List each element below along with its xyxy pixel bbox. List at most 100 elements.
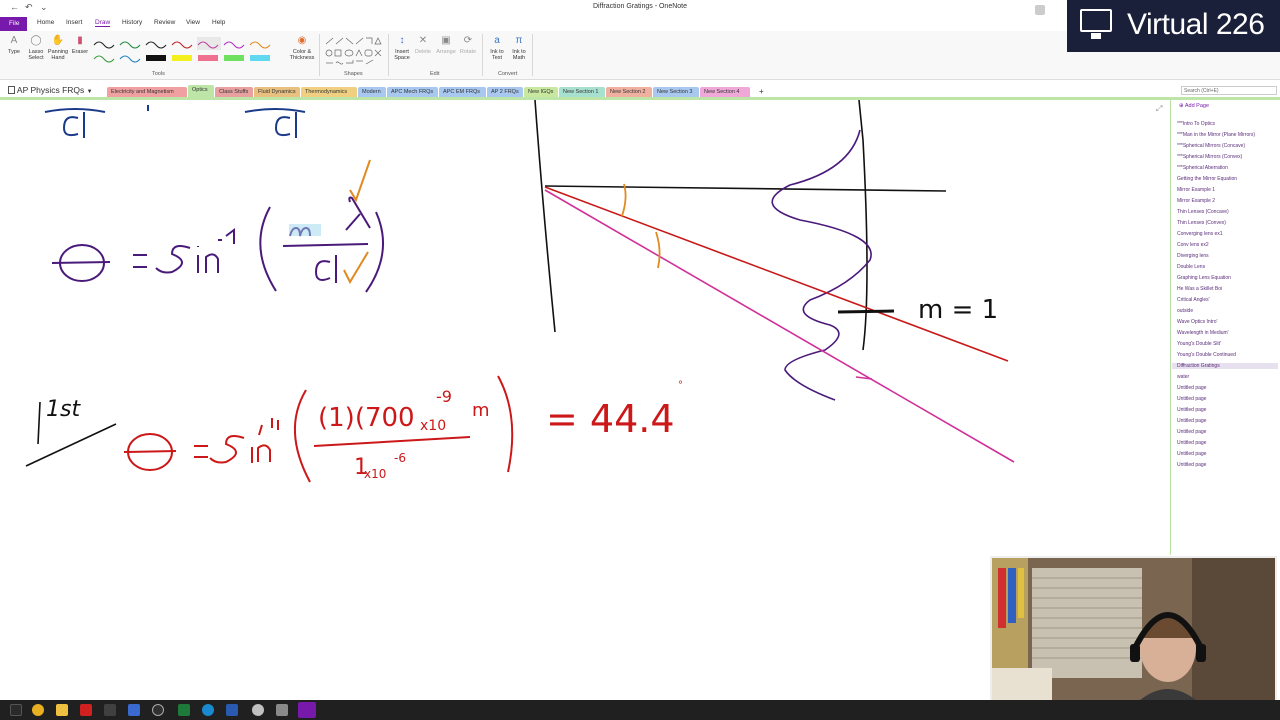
color-thickness-button[interactable]: ◉ Color & Thickness — [287, 35, 317, 61]
section-tab[interactable]: APC Mech FRQs — [387, 87, 438, 97]
tab-file[interactable]: File — [0, 17, 27, 31]
eq2-m: m — [472, 400, 490, 421]
shapes-group-label: Shapes — [344, 71, 363, 77]
page-item[interactable]: Wave Optics Intro' — [1177, 319, 1218, 325]
divider — [482, 34, 483, 76]
page-item[interactable]: He Was a Skillet Boi — [1177, 286, 1222, 292]
delete-label: Delete — [415, 49, 431, 55]
search-input[interactable]: Search (Ctrl+E) — [1181, 86, 1277, 95]
calendar-icon[interactable] — [104, 704, 116, 716]
page-item[interactable]: ***Intro To Optics — [1177, 121, 1215, 127]
page-item[interactable]: Mirror Example 2 — [1177, 198, 1215, 204]
lasso-select-button[interactable]: ◯ Lasso Select — [25, 35, 47, 61]
tab-history[interactable]: History — [122, 19, 142, 26]
tab-view[interactable]: View — [186, 19, 200, 26]
page-item[interactable]: water — [1177, 374, 1189, 380]
ink-to-text-icon: a — [494, 35, 500, 46]
tab-home[interactable]: Home — [37, 19, 54, 26]
page-item[interactable]: ***Man in the Mirror (Plane Mirrors) — [1177, 132, 1255, 138]
panning-hand-button[interactable]: ✋ Panning Hand — [46, 35, 70, 61]
app-icon-2[interactable] — [252, 704, 264, 716]
tab-draw[interactable]: Draw — [95, 19, 111, 27]
pens-gallery — [92, 35, 286, 65]
page-item[interactable]: Mirror Example 1 — [1177, 187, 1215, 193]
add-section-icon[interactable]: + — [755, 85, 768, 96]
ink-to-text-button[interactable]: a Ink to Text — [486, 35, 508, 61]
onenote-icon[interactable] — [298, 702, 316, 718]
ink-to-math-button[interactable]: π Ink to Math — [508, 35, 530, 61]
add-page-button[interactable]: ⊕ Add Page — [1179, 103, 1209, 109]
expand-icon[interactable]: ⤢ — [1156, 104, 1162, 114]
section-tab[interactable]: Modern — [358, 87, 386, 97]
page-item[interactable]: Thin Lenses (Convex) — [1177, 220, 1226, 226]
page-item[interactable]: Young's Double Slit' — [1177, 341, 1221, 347]
page-item[interactable]: ***Spherical Mirrors (Convex) — [1177, 154, 1242, 160]
page-item[interactable]: Untitled page — [1177, 462, 1206, 468]
page-item[interactable]: Thin Lenses (Concave) — [1177, 209, 1229, 215]
page-item[interactable]: Untitled page — [1177, 396, 1206, 402]
eq2-den-x10: x10 — [364, 467, 386, 481]
section-tab[interactable]: New Section 3 — [653, 87, 699, 97]
type-button[interactable]: A Type — [4, 35, 24, 55]
section-tab[interactable]: Optics — [188, 85, 214, 97]
section-tab[interactable]: Fluid Dynamics — [254, 87, 300, 97]
section-tab[interactable]: Thermodynamics — [301, 87, 357, 97]
insert-space-button[interactable]: ↕ Insert Space — [391, 35, 413, 61]
app-icon[interactable] — [80, 704, 92, 716]
eraser-button[interactable]: ▮ Eraser — [70, 35, 90, 55]
excel-icon[interactable] — [178, 704, 190, 716]
word-icon[interactable] — [226, 704, 238, 716]
section-tab[interactable]: New IGQs — [524, 87, 558, 97]
page-item[interactable]: Untitled page — [1177, 418, 1206, 424]
edge-icon[interactable] — [202, 704, 214, 716]
degree-mark: ° — [678, 380, 683, 391]
ink-stroke — [244, 108, 306, 113]
page-item[interactable]: Untitled page — [1177, 407, 1206, 413]
notebook-picker[interactable]: AP Physics FRQs ▼ — [8, 85, 93, 95]
tab-insert[interactable]: Insert — [66, 19, 82, 26]
page-item[interactable]: Conv lens ex2 — [1177, 242, 1209, 248]
sync-icon[interactable] — [1035, 5, 1045, 15]
page-item[interactable]: Converging lens ex1 — [1177, 231, 1223, 237]
page-item[interactable]: outside — [1177, 308, 1193, 314]
page-item[interactable]: Wavelength in Medium' — [1177, 330, 1229, 336]
page-item[interactable]: Diffraction Gratings — [1172, 363, 1278, 369]
page-item[interactable]: Double Lens — [1177, 264, 1205, 270]
page-item[interactable]: ***Spherical Mirrors (Concave) — [1177, 143, 1245, 149]
page-item[interactable]: Untitled page — [1177, 429, 1206, 435]
page-list: ⊕ Add Page ***Intro To Optics ***Man in t… — [1170, 100, 1280, 555]
page-item[interactable]: Getting the Mirror Equation — [1177, 176, 1237, 182]
file-explorer-icon[interactable] — [56, 704, 68, 716]
page-item[interactable]: Untitled page — [1177, 385, 1206, 391]
page-item[interactable]: Untitled page — [1177, 451, 1206, 457]
section-tab[interactable]: Class Stuffs — [215, 87, 253, 97]
rotate-button[interactable]: ⟳ Rotate — [458, 35, 478, 55]
shapes-gallery[interactable] — [323, 36, 385, 66]
obs-icon[interactable] — [152, 704, 164, 716]
page-item[interactable]: Young's Double Continued — [1177, 352, 1236, 358]
taskbar — [0, 700, 1280, 720]
chrome-icon[interactable] — [32, 704, 44, 716]
tab-review[interactable]: Review — [154, 19, 175, 26]
onenote-window: ← ↶ ⌄ Diffraction Gratings - OneNote Fil… — [0, 0, 1280, 720]
page-item[interactable]: Graphing Lens Equation — [1177, 275, 1231, 281]
page-item[interactable]: Untitled page — [1177, 440, 1206, 446]
section-tab[interactable]: Electricity and Magnetism — [107, 87, 187, 97]
tab-help[interactable]: Help — [212, 19, 225, 26]
pen-swatches[interactable] — [92, 35, 286, 65]
section-tab[interactable]: AP 2 FRQs — [487, 87, 523, 97]
page-item[interactable]: Diverging lens — [1177, 253, 1209, 259]
section-tab[interactable]: New Section 4 — [700, 87, 750, 97]
mail-icon[interactable] — [128, 704, 140, 716]
start-icon[interactable] — [10, 704, 22, 716]
page-item[interactable]: Critical Angles' — [1177, 297, 1210, 303]
delete-button[interactable]: ✕ Delete — [413, 35, 433, 55]
page-item[interactable]: ***Spherical Aberration — [1177, 165, 1228, 171]
arrange-button[interactable]: ▣ Arrange — [434, 35, 458, 55]
eraser-label: Eraser — [71, 49, 89, 55]
section-tab[interactable]: APC EM FRQs — [439, 87, 486, 97]
webcam-feed — [990, 556, 1277, 717]
section-tab[interactable]: New Section 2 — [606, 87, 652, 97]
app-icon-3[interactable] — [276, 704, 288, 716]
section-tab[interactable]: New Section 1 — [559, 87, 605, 97]
